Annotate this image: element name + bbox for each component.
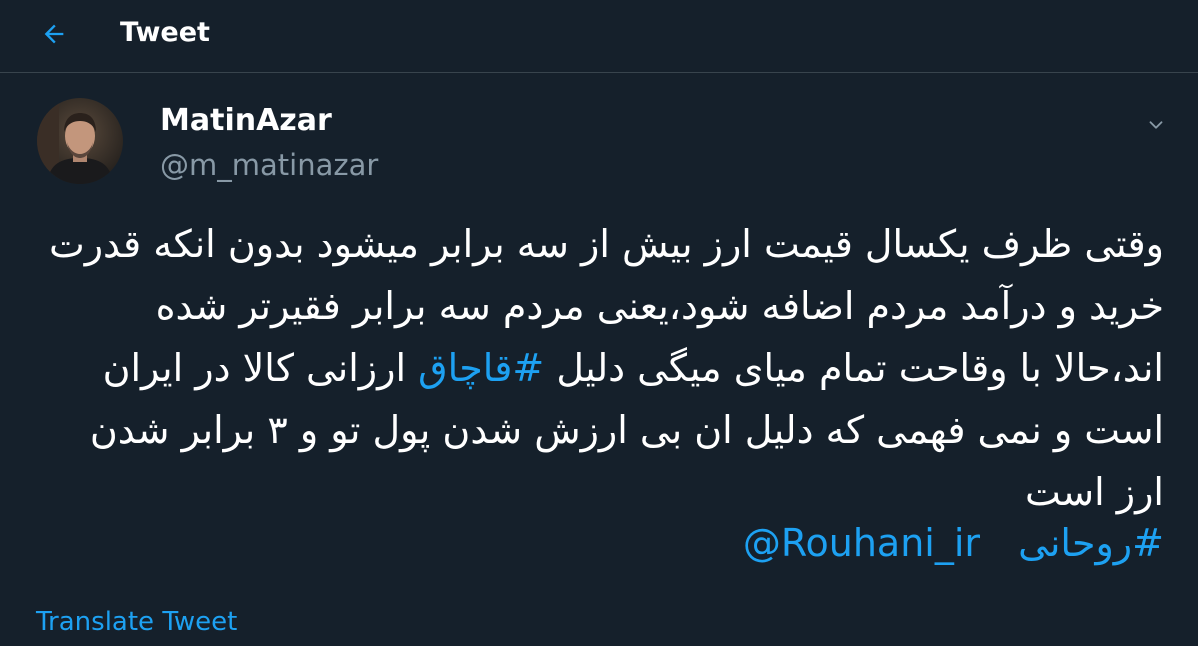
translate-tweet-link[interactable]: Translate Tweet [36, 605, 237, 639]
hashtag-link-rouhani[interactable]: #روحانی [1018, 521, 1164, 565]
page-title: Tweet [120, 17, 210, 48]
back-button[interactable] [30, 12, 78, 60]
avatar[interactable] [37, 98, 123, 184]
more-options-button[interactable] [1138, 109, 1174, 145]
top-bar: Tweet [0, 0, 1198, 73]
arrow-left-icon [40, 20, 68, 52]
author-handle[interactable]: @m_matinazar [160, 147, 378, 183]
chevron-down-icon [1145, 114, 1167, 140]
author-name[interactable]: MatinAzar [160, 103, 332, 139]
mention-link[interactable]: @Rouhani_ir [743, 521, 980, 565]
tweet: MatinAzar @m_matinazar وقتی ظرف یکسال قی… [0, 73, 1198, 646]
hashtag-link-smuggling[interactable]: #قاچاق [418, 346, 544, 390]
tweet-text: وقتی ظرف یکسال قیمت ارز بیش از سه برابر … [34, 213, 1164, 523]
hashtag-line: #روحانی @Rouhani_ir [743, 513, 1164, 573]
